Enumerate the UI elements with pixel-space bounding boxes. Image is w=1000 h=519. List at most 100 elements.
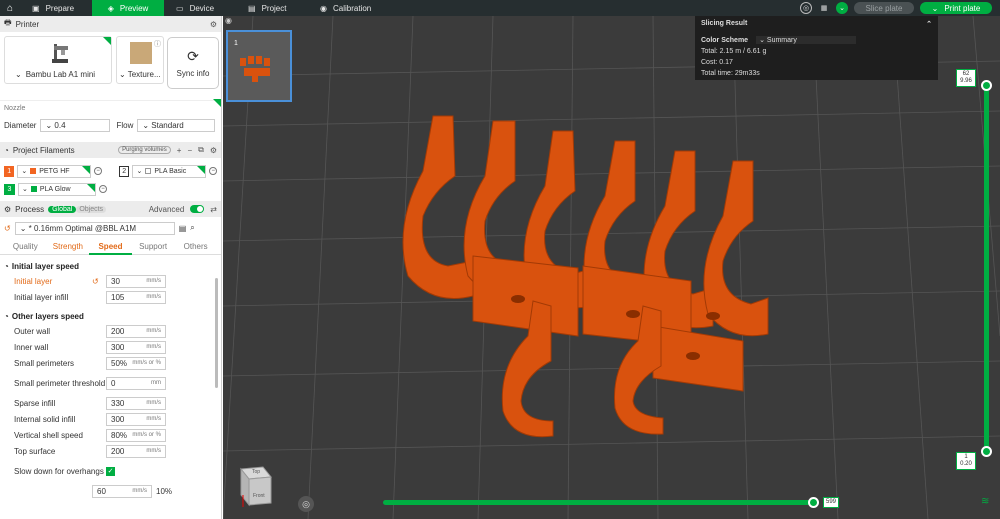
speedometer-icon: ◔ [4, 261, 9, 271]
sidebar-scrollbar[interactable] [215, 278, 218, 388]
setting-input[interactable]: 60 mm/s [92, 484, 152, 498]
dropdown-icon[interactable]: ⌄ [15, 70, 22, 79]
tab-project[interactable]: ▤ Project [236, 0, 308, 16]
layer-slider[interactable] [984, 80, 989, 455]
bottom-layer-label: 1 0.20 [956, 452, 976, 470]
gear-icon[interactable]: ⚙ [210, 20, 217, 29]
reset-icon[interactable]: ↺ [4, 224, 11, 233]
nozzle-section: Nozzle [0, 99, 221, 114]
setting-input[interactable]: 300 mm/s [106, 340, 166, 354]
edit-corner-icon [213, 99, 221, 107]
color-swatch [30, 168, 37, 174]
slice-plate-button[interactable]: Slice plate [854, 2, 914, 14]
overhang-checkbox[interactable]: ✓ [106, 466, 115, 476]
dropdown-icon: ⌄ [19, 223, 27, 233]
setting-input[interactable]: 105 mm/s [106, 290, 166, 304]
filament-row: 3 ⌄ PLA Glow − [0, 180, 221, 198]
remove-icon[interactable]: − [187, 146, 192, 155]
filament-icon: ◔ [4, 145, 9, 155]
group-title: ◔ Initial layer speed [4, 261, 79, 271]
3d-viewport[interactable]: ◉ 1 Top Front ◎ [223, 16, 1000, 519]
filament-number: 3 [4, 183, 15, 195]
dropdown-icon: ⌄ [759, 37, 765, 44]
purging-volumes-button[interactable]: Purging volumes [118, 146, 171, 154]
top-layer-handle[interactable] [981, 80, 992, 91]
search-icon[interactable]: ⌕ [190, 223, 194, 233]
global-toggle[interactable]: Global [48, 205, 77, 213]
filament-select[interactable]: ⌄ PETG HF [17, 164, 92, 178]
move-handle[interactable] [808, 497, 819, 508]
prepare-icon: ▣ [32, 3, 40, 13]
tab-calibration[interactable]: ◉ Calibration [308, 0, 398, 16]
plate-select[interactable]: ⓘ ⌄ Texture... [116, 36, 164, 84]
setting-row: Slow down for overhangs ✓ [14, 466, 115, 476]
setting-input[interactable]: 300 mm/s [106, 412, 166, 426]
slice-dropdown-icon[interactable]: ⌄ [836, 2, 848, 14]
reset-icon[interactable]: ↺ [92, 277, 106, 286]
plate-thumbnail[interactable]: 1 [226, 30, 292, 102]
toolbar-right: ◎ ▦ ⌄ Slice plate ⌄ Print plate [800, 0, 1000, 16]
dropdown-icon: ⌄ [142, 120, 150, 130]
printer-icon: 🖶 [4, 18, 12, 27]
filament-select[interactable]: ⌄ PLA Basic [132, 164, 207, 178]
save-icon[interactable]: ▤ [179, 224, 187, 233]
setting-row: 60 mm/s 10% [0, 483, 221, 499]
print-plate-button[interactable]: ⌄ Print plate [920, 2, 992, 14]
layers-icon[interactable]: ▦ [818, 2, 830, 14]
dropdown-icon: ⌄ [45, 120, 53, 130]
bottom-layer-handle[interactable] [981, 446, 992, 457]
advanced-switch[interactable] [190, 205, 205, 213]
cost-text: Cost: 0.17 [701, 59, 733, 66]
view-cube[interactable]: Top Front [235, 461, 275, 511]
flow-select[interactable]: ⌄ Standard [137, 118, 216, 132]
move-value-label: 599 [823, 497, 840, 508]
remove-filament-icon[interactable]: − [209, 167, 218, 175]
tab-device[interactable]: ▭ Device [164, 0, 236, 16]
tab-others[interactable]: Others [174, 242, 217, 251]
printer-select[interactable]: ⌄ Bambu Lab A1 mini [4, 36, 112, 84]
move-slider[interactable] [383, 500, 816, 505]
sync-info-button[interactable]: ⟳ Sync info [167, 37, 219, 89]
nozzle-row: Diameter ⌄ 0.4 Flow ⌄ Standard [0, 114, 221, 136]
collapse-icon[interactable]: ⌃ [926, 20, 932, 34]
gear-icon[interactable]: ⚙ [210, 146, 217, 155]
remove-filament-icon[interactable]: − [99, 185, 107, 193]
top-toolbar: ⌂ ▣ Prepare ◈ Preview ▭ Device ▤ Project ◉ Ca… [0, 0, 1000, 16]
preset-select[interactable]: ⌄ * 0.16mm Optimal @BBL A1M [14, 221, 175, 235]
objects-toggle[interactable]: Objects [76, 205, 107, 213]
info-icon[interactable]: ⓘ [154, 39, 161, 49]
setting-row: Top surface 200 mm/s [0, 443, 221, 459]
settings-icon[interactable]: ◎ [800, 2, 812, 14]
setting-row: Vertical shell speed 80% mm/s or % [0, 427, 221, 443]
setting-input[interactable]: 200 mm/s [106, 324, 166, 338]
sidebar: 🖶 Printer ⚙ ⌄ Bambu Lab A1 mini ⓘ ⌄ Text… [0, 16, 222, 519]
slicing-result-panel: Slicing Result ⌃ Color Scheme ⌄ Summary … [695, 16, 938, 80]
home-icon[interactable]: ⌂ [0, 3, 20, 14]
setting-input[interactable]: 200 mm/s [106, 444, 166, 458]
remove-filament-icon[interactable]: − [94, 167, 102, 175]
add-icon[interactable]: + [177, 146, 182, 155]
tab-prepare[interactable]: ▣ Prepare [20, 0, 92, 16]
sync-filament-icon[interactable]: ⧉ [198, 145, 204, 155]
tab-preview[interactable]: ◈ Preview [92, 0, 164, 16]
print-dropdown-icon[interactable]: ⌄ [932, 4, 939, 13]
tab-strength[interactable]: Strength [47, 242, 90, 251]
setting-input[interactable]: 80% mm/s or % [106, 428, 166, 442]
setting-input[interactable]: 0 mm [106, 376, 166, 390]
setting-input[interactable]: 330 mm/s [106, 396, 166, 410]
dropdown-icon: ⌄ [136, 168, 143, 175]
filament-select[interactable]: ⌄ PLA Glow [18, 182, 96, 196]
tab-speed[interactable]: Speed [89, 239, 132, 255]
printer-name: Bambu Lab A1 mini [25, 70, 96, 79]
layers-stack-icon[interactable]: ≋ [981, 496, 989, 507]
diameter-select[interactable]: ⌄ 0.4 [40, 118, 111, 132]
compare-icon[interactable]: ⇄ [210, 205, 217, 214]
dropdown-icon[interactable]: ⌄ [119, 70, 126, 79]
view-reset-icon[interactable]: ◎ [298, 496, 314, 512]
tab-support[interactable]: Support [132, 242, 175, 251]
tab-quality[interactable]: Quality [4, 242, 47, 251]
setting-input[interactable]: 30 mm/s [106, 274, 166, 288]
eye-icon[interactable]: ◉ [225, 16, 235, 26]
setting-input[interactable]: 50% mm/s or % [106, 356, 166, 370]
color-scheme-select[interactable]: ⌄ Summary [756, 36, 857, 44]
